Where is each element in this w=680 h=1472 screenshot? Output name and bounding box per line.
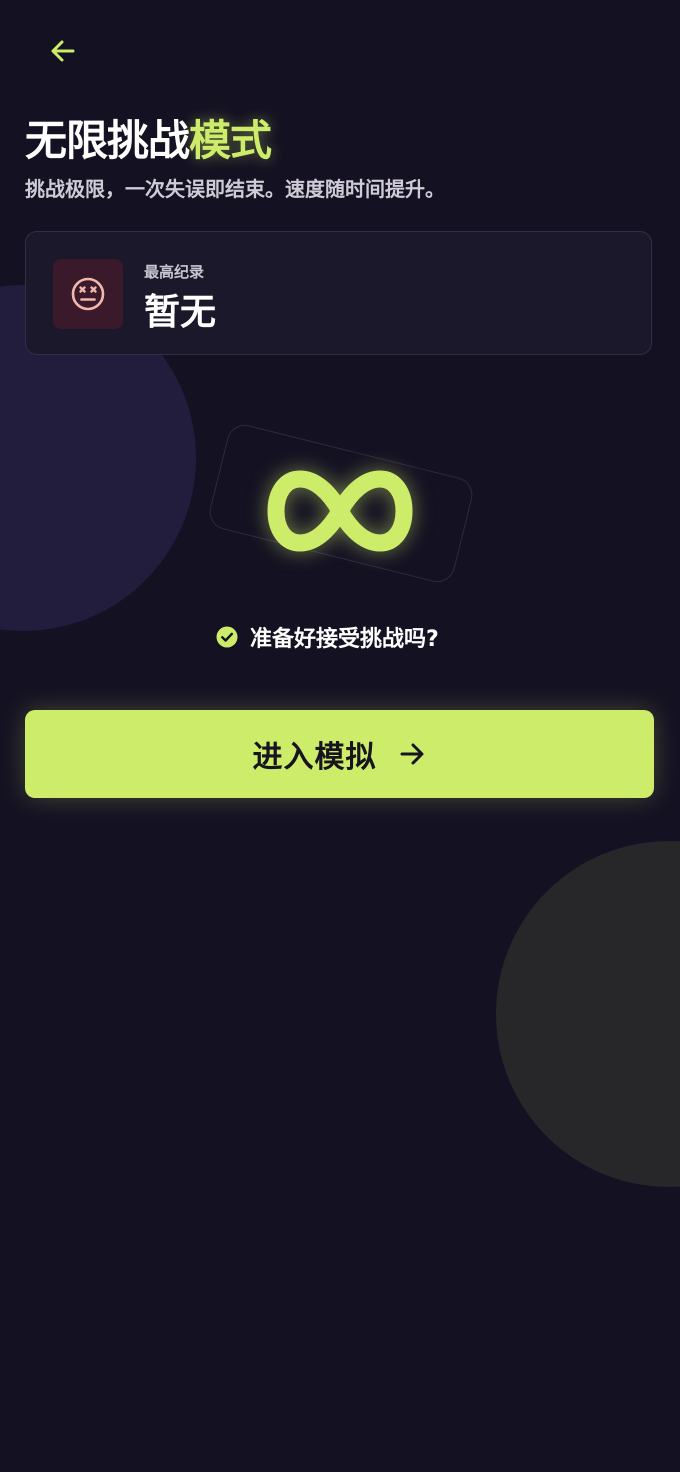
infinity-icon [267, 470, 413, 552]
page-subtitle: 挑战极限，一次失误即结束。速度随时间提升。 [25, 177, 445, 201]
record-value: 暂无 [144, 292, 217, 333]
enter-simulation-label: 进入模拟 [252, 740, 377, 775]
record-label: 最高纪录 [144, 263, 205, 281]
dizzy-face-icon [71, 277, 105, 311]
check-circle-icon [216, 626, 238, 648]
page-title-main: 无限挑战 [25, 116, 190, 165]
challenge-mode-screen: 无限挑战模式 挑战极限，一次失误即结束。速度随时间提升。 最高纪录 暂无 准备好… [0, 0, 680, 1472]
ready-text: 准备好接受挑战吗? [250, 627, 439, 652]
page-title: 无限挑战模式 [25, 113, 272, 169]
arrow-left-icon [51, 40, 75, 62]
arrow-right-icon [397, 739, 427, 769]
back-button[interactable] [40, 30, 86, 72]
record-icon-box [53, 259, 123, 329]
enter-simulation-button[interactable]: 进入模拟 [25, 710, 654, 798]
decorative-circle-right [496, 841, 680, 1187]
best-record-card: 最高纪录 暂无 [25, 231, 652, 355]
page-title-accent: 模式 [189, 116, 272, 165]
ready-prompt: 准备好接受挑战吗? [216, 620, 439, 654]
